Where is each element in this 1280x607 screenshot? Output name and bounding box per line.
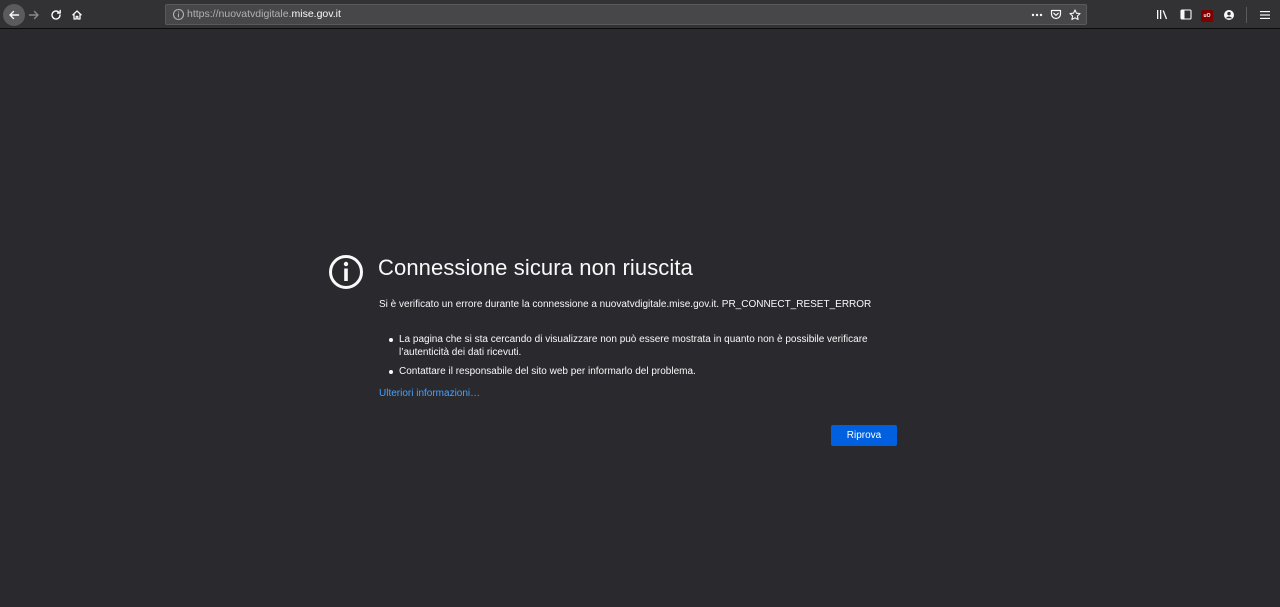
toolbar-right-icons: uO [1155, 5, 1272, 24]
more-info-link[interactable]: Ulteriori informazioni… [379, 388, 480, 399]
back-button[interactable] [3, 4, 25, 26]
error-bullet-list: La pagina che si sta cercando di visuali… [389, 333, 879, 384]
error-title: Connessione sicura non riuscita [378, 255, 693, 280]
bookmark-star-icon[interactable] [1068, 7, 1082, 22]
sidebar-icon[interactable] [1178, 5, 1193, 24]
menu-icon[interactable] [1257, 5, 1272, 24]
retry-button[interactable]: Riprova [831, 425, 897, 446]
browser-toolbar: https://nuovatvdigitale.mise.gov.it uO [0, 0, 1280, 29]
list-item: Contattare il responsabile del sito web … [389, 365, 879, 378]
url-bar[interactable]: https://nuovatvdigitale.mise.gov.it [165, 4, 1087, 25]
url-host: mise.gov.it [291, 8, 341, 20]
url-text[interactable]: https://nuovatvdigitale.mise.gov.it [187, 8, 341, 20]
toolbar-divider [1246, 6, 1247, 23]
reload-button[interactable] [45, 4, 67, 26]
back-icon [9, 10, 20, 20]
info-icon[interactable] [172, 8, 185, 21]
home-icon [72, 10, 82, 20]
error-page: Connessione sicura non riuscita Si è ver… [0, 30, 1280, 607]
account-icon[interactable] [1221, 5, 1236, 24]
reload-icon [51, 9, 61, 20]
library-icon[interactable] [1155, 5, 1170, 24]
home-button[interactable] [66, 4, 88, 26]
forward-button[interactable] [23, 4, 45, 26]
url-actions [1030, 7, 1082, 22]
error-description: Si è verificato un errore durante la con… [379, 299, 872, 310]
list-item: La pagina che si sta cercando di visuali… [389, 333, 879, 359]
pocket-icon[interactable] [1049, 7, 1063, 22]
url-scheme: https://nuovatvdigitale. [187, 8, 292, 20]
forward-icon [28, 10, 39, 20]
info-circle-icon [328, 254, 364, 290]
page-actions-icon[interactable] [1030, 7, 1044, 22]
ublock-icon[interactable]: uO [1201, 10, 1213, 22]
